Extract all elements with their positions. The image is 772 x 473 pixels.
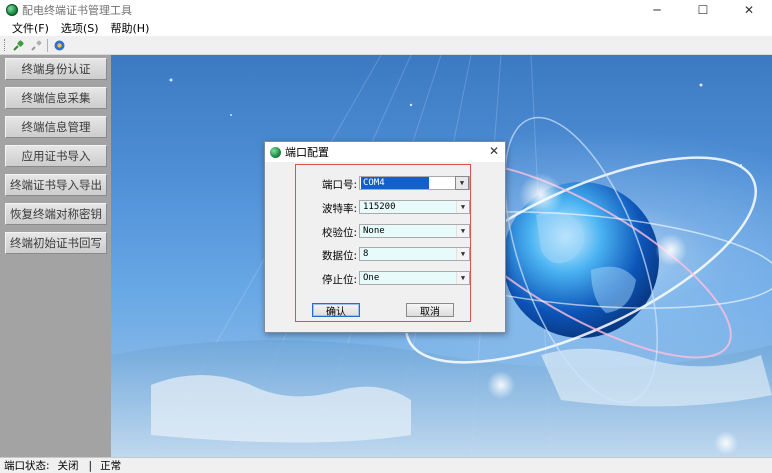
sidebar-item-cert-import-export[interactable]: 终端证书导入导出 (5, 174, 107, 196)
sidebar-item-info-manage[interactable]: 终端信息管理 (5, 116, 107, 138)
parity-label: 校验位: (321, 227, 357, 239)
toolbar-separator (47, 38, 48, 52)
dialog-title: 端口配置 (285, 146, 329, 159)
stopbits-label: 停止位: (321, 274, 357, 286)
close-button[interactable]: ✕ (726, 0, 772, 19)
confirm-button[interactable]: 确认 (312, 303, 360, 318)
close-icon: ✕ (743, 2, 755, 17)
parity-select-value: None (360, 225, 456, 237)
chevron-down-icon[interactable]: ▼ (456, 272, 469, 284)
title-bar: 配电终端证书管理工具 ─ ☐ ✕ (0, 0, 772, 19)
sidebar-item-identity-auth[interactable]: 终端身份认证 (5, 58, 107, 80)
chevron-down-icon[interactable]: ▼ (456, 225, 469, 237)
disconnect-button[interactable] (29, 38, 43, 52)
port-status-label: 端口状态: (4, 460, 50, 472)
dialog-globe-icon (270, 146, 281, 158)
maximize-button[interactable]: ☐ (680, 0, 726, 19)
baud-select[interactable]: 115200 ▼ (359, 200, 470, 214)
port-select[interactable]: COM4 ▼ (359, 176, 470, 190)
parity-select[interactable]: None ▼ (359, 224, 470, 238)
menu-bar: 文件(F) 选项(S) 帮助(H) (0, 19, 772, 36)
sidebar-item-cert-writeback[interactable]: 终端初始证书回写 (5, 232, 107, 254)
chevron-down-icon[interactable]: ▼ (456, 248, 469, 260)
databits-label: 数据位: (321, 250, 357, 262)
maximize-icon: ☐ (697, 2, 709, 17)
dialog-close-icon[interactable]: ✕ (489, 144, 499, 158)
dialog-title-bar: 端口配置 ✕ (265, 142, 505, 162)
sidebar-item-cert-import[interactable]: 应用证书导入 (5, 145, 107, 167)
databits-select-value: 8 (360, 248, 456, 260)
settings-icon (54, 40, 64, 50)
disconnect-icon (30, 40, 41, 51)
stopbits-select-value: One (360, 272, 456, 284)
connect-button[interactable] (11, 38, 25, 52)
port-select-value: COM4 (361, 177, 429, 189)
minimize-button[interactable]: ─ (634, 0, 680, 19)
toolbar-grip (4, 39, 7, 51)
connect-icon (12, 39, 24, 51)
app-state: 正常 (100, 460, 122, 472)
databits-select[interactable]: 8 ▼ (359, 247, 470, 261)
app-globe-icon (6, 3, 18, 16)
menu-help[interactable]: 帮助(H) (111, 20, 150, 36)
menu-options[interactable]: 选项(S) (61, 20, 99, 36)
chevron-down-icon[interactable]: ▼ (455, 176, 469, 190)
port-config-dialog: 端口配置 ✕ 端口号: COM4 ▼ 波特率: 115200 ▼ 校验位: No… (264, 141, 506, 333)
sidebar-item-info-collect[interactable]: 终端信息采集 (5, 87, 107, 109)
minimize-icon: ─ (653, 2, 661, 17)
sidebar-item-restore-key[interactable]: 恢复终端对称密钥 (5, 203, 107, 225)
settings-button[interactable] (52, 38, 66, 52)
baud-select-value: 115200 (360, 201, 456, 213)
chevron-down-icon[interactable]: ▼ (456, 201, 469, 213)
toolbar (0, 36, 772, 55)
cancel-button[interactable]: 取消 (406, 303, 454, 318)
port-status-value: 关闭 (57, 460, 79, 472)
window-title: 配电终端证书管理工具 (22, 3, 132, 17)
port-label: 端口号: (321, 179, 357, 191)
status-separator: | (88, 459, 93, 472)
stopbits-select[interactable]: One ▼ (359, 271, 470, 285)
sidebar: 终端身份认证 终端信息采集 终端信息管理 应用证书导入 终端证书导入导出 恢复终… (0, 55, 112, 457)
status-bar: 端口状态: 关闭 | 正常 (0, 457, 772, 473)
baud-label: 波特率: (321, 203, 357, 215)
menu-file[interactable]: 文件(F) (12, 20, 49, 36)
